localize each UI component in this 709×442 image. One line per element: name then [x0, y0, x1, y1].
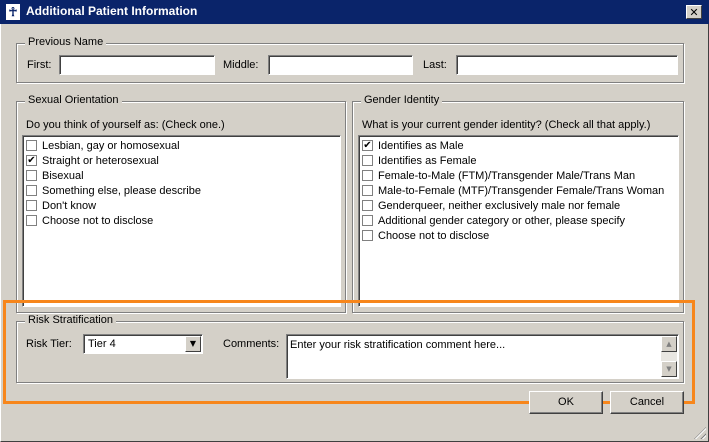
sexual-orientation-option-label: Straight or heterosexual	[42, 154, 159, 167]
sexual-orientation-option[interactable]: Bisexual	[26, 168, 337, 183]
chevron-down-icon[interactable]: ▼	[185, 336, 201, 352]
first-name-label: First:	[27, 59, 52, 71]
checkbox-icon[interactable]	[362, 200, 373, 211]
gender-identity-option-label: Additional gender category or other, ple…	[378, 214, 626, 227]
sexual-orientation-option-label: Don't know	[42, 199, 97, 212]
gender-identity-option[interactable]: Choose not to disclose	[362, 228, 675, 243]
gender-identity-legend: Gender Identity	[361, 94, 443, 106]
previous-name-legend: Previous Name	[25, 36, 107, 48]
checkbox-icon[interactable]	[362, 185, 373, 196]
first-name-input[interactable]	[59, 55, 215, 75]
checkbox-icon[interactable]	[26, 185, 37, 196]
middle-name-input[interactable]	[268, 55, 413, 75]
gender-identity-option-label: Identifies as Female	[378, 154, 477, 167]
gender-identity-option[interactable]: Identifies as Female	[362, 153, 675, 168]
app-icon: ☥	[6, 4, 20, 20]
sexual-orientation-option[interactable]: Something else, please describe	[26, 183, 337, 198]
last-name-label: Last:	[423, 59, 447, 71]
sexual-orientation-option-label: Bisexual	[42, 169, 84, 182]
risk-tier-value: Tier 4	[88, 338, 116, 350]
sexual-orientation-list: Lesbian, gay or homosexual ✔ Straight or h…	[22, 135, 341, 307]
checkbox-icon[interactable]	[26, 200, 37, 211]
comments-textarea[interactable]: Enter your risk stratification comment h…	[286, 334, 679, 379]
ok-button[interactable]: OK	[529, 391, 603, 414]
title-bar: ☥ Additional Patient Information ✕	[0, 0, 709, 24]
sexual-orientation-option-label: Lesbian, gay or homosexual	[42, 139, 180, 152]
comments-scrollbar[interactable]: ▲ ▼	[661, 336, 677, 377]
risk-tier-select[interactable]: Tier 4 ▼	[83, 334, 203, 354]
sexual-orientation-legend: Sexual Orientation	[25, 94, 122, 106]
gender-identity-option[interactable]: ✔ Identifies as Male	[362, 138, 675, 153]
gender-identity-option[interactable]: Genderqueer, neither exclusively male no…	[362, 198, 675, 213]
checkbox-icon[interactable]	[26, 170, 37, 181]
checkbox-icon[interactable]	[362, 170, 373, 181]
close-button[interactable]: ✕	[686, 5, 702, 19]
gender-identity-option[interactable]: Male-to-Female (MTF)/Transgender Female/…	[362, 183, 675, 198]
sexual-orientation-option[interactable]: Choose not to disclose	[26, 213, 337, 228]
scroll-up-icon[interactable]: ▲	[661, 336, 677, 352]
risk-tier-label: Risk Tier:	[26, 338, 72, 350]
checkbox-checked-icon[interactable]: ✔	[362, 140, 373, 151]
sexual-orientation-option-label: Choose not to disclose	[42, 214, 154, 227]
last-name-input[interactable]	[456, 55, 678, 75]
gender-identity-option-label: Genderqueer, neither exclusively male no…	[378, 199, 621, 212]
checkbox-icon[interactable]	[362, 155, 373, 166]
window-title: Additional Patient Information	[26, 4, 198, 18]
risk-stratification-legend: Risk Stratification	[25, 314, 116, 326]
gender-identity-option[interactable]: Additional gender category or other, ple…	[362, 213, 675, 228]
checkbox-checked-icon[interactable]: ✔	[26, 155, 37, 166]
checkbox-icon[interactable]	[362, 215, 373, 226]
gender-identity-option-label: Choose not to disclose	[378, 229, 490, 242]
gender-identity-option-label: Identifies as Male	[378, 139, 464, 152]
comments-label: Comments:	[223, 338, 280, 350]
comments-text: Enter your risk stratification comment h…	[290, 339, 506, 351]
sexual-orientation-option[interactable]: Don't know	[26, 198, 337, 213]
gender-identity-option-label: Female-to-Male (FTM)/Transgender Male/Tr…	[378, 169, 636, 182]
checkbox-icon[interactable]	[26, 140, 37, 151]
gender-identity-option-label: Male-to-Female (MTF)/Transgender Female/…	[378, 184, 665, 197]
checkbox-icon[interactable]	[362, 230, 373, 241]
sexual-orientation-option[interactable]: Lesbian, gay or homosexual	[26, 138, 337, 153]
gender-identity-list: ✔ Identifies as Male Identifies as Female F…	[358, 135, 679, 307]
sexual-orientation-option-label: Something else, please describe	[42, 184, 201, 197]
checkbox-icon[interactable]	[26, 215, 37, 226]
gender-identity-option[interactable]: Female-to-Male (FTM)/Transgender Male/Tr…	[362, 168, 675, 183]
cancel-button[interactable]: Cancel	[610, 391, 684, 414]
middle-name-label: Middle:	[223, 59, 259, 71]
sexual-orientation-option[interactable]: ✔ Straight or heterosexual	[26, 153, 337, 168]
sexual-orientation-prompt: Do you think of yourself as: (Check one.…	[26, 119, 225, 131]
gender-identity-prompt: What is your current gender identity? (C…	[362, 119, 651, 131]
scroll-down-icon[interactable]: ▼	[661, 361, 677, 377]
